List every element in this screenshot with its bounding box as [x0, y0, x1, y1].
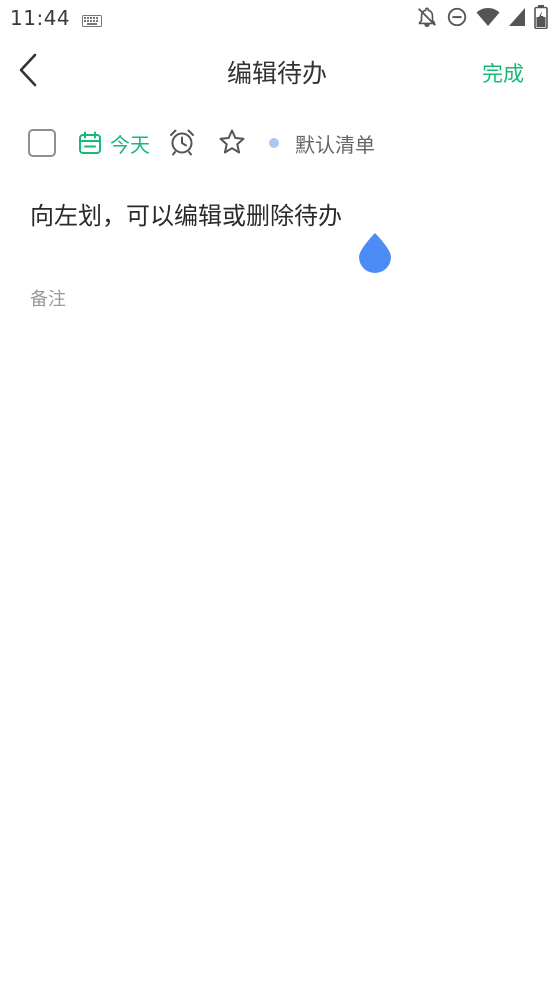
- cursor-handle-icon: [359, 233, 391, 273]
- list-label: 默认清单: [295, 132, 375, 157]
- calendar-icon: [79, 131, 101, 154]
- due-date-button[interactable]: 今天: [78, 128, 150, 158]
- todo-attributes-row: 今天 默认清单: [0, 122, 554, 166]
- status-icons: [416, 5, 548, 33]
- due-date-label: 今天: [110, 132, 150, 157]
- status-bar: 11:44: [0, 0, 554, 38]
- star-icon: [219, 129, 245, 154]
- signal-icon: [508, 7, 526, 31]
- alarm-clock-icon: [170, 129, 194, 156]
- page-title: 编辑待办: [226, 59, 327, 88]
- notes-input[interactable]: [30, 284, 524, 314]
- list-selector[interactable]: 默认清单: [269, 128, 375, 158]
- star-button[interactable]: [218, 128, 246, 156]
- reminder-button[interactable]: [168, 128, 196, 156]
- do-not-disturb-icon: [446, 6, 468, 32]
- battery-icon: [534, 5, 548, 33]
- wifi-icon: [476, 7, 500, 31]
- status-time: 11:44: [10, 6, 71, 30]
- complete-checkbox[interactable]: [28, 129, 56, 157]
- top-app-bar: 编辑待办 完成: [0, 40, 554, 100]
- todo-title-field[interactable]: 向左划，可以编辑或删除待办: [30, 196, 530, 231]
- list-color-dot: [269, 138, 279, 148]
- notifications-off-icon: [416, 6, 438, 32]
- text-cursor-handle[interactable]: [358, 232, 392, 274]
- done-button[interactable]: 完成: [482, 58, 524, 88]
- keyboard-icon: [82, 12, 102, 31]
